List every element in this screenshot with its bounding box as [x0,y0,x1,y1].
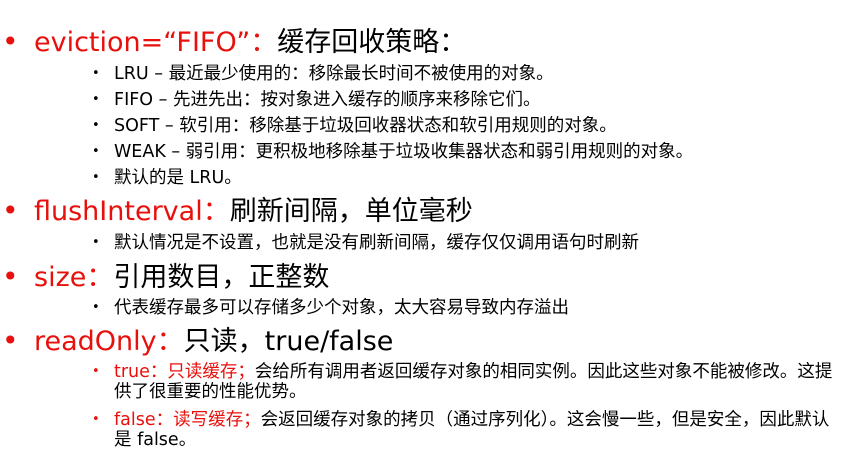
heading-key: readOnly：只读，true/false [34,325,394,357]
sub-bullet: • [92,170,100,185]
list-item: • 默认的是 LRU。 [92,168,242,188]
sub-bullet: • [92,300,100,315]
list-item: • WEAK – 弱引用：更积极地移除基于垃圾收集器状态和弱引用规则的对象。 [92,142,694,162]
heading-key: flushInterval：刷新间隔，单位毫秒 [34,195,473,227]
bullet: • [2,324,19,357]
sub-bullet: • [92,412,100,427]
list-item: • false：读写缓存；会返回缓存对象的拷贝（通过序列化）。这会慢一些，但是安… [92,410,842,450]
list-item: • SOFT – 软引用：移除基于垃圾回收器状态和软引用规则的对象。 [92,116,617,136]
item-label: false：读写缓存； [114,410,261,430]
heading-desc: 只读，true/false [183,325,394,357]
heading-key: size：引用数目，正整数 [34,261,330,293]
sub-bullet: • [92,118,100,133]
bullet: • [2,194,19,227]
sub-bullet: • [92,66,100,81]
heading-desc: 刷新间隔，单位毫秒 [229,195,473,227]
heading-key: eviction=“FIFO”：缓存回收策略： [34,26,467,58]
slide: • eviction=“FIFO”：缓存回收策略： • LRU – 最近最少使用的… [0,0,857,468]
bullet: • [2,25,19,58]
sub-bullet: • [92,364,100,379]
sub-bullet: • [92,235,100,250]
sub-bullet: • [92,92,100,107]
bullet: • [2,260,19,293]
list-item: • 默认情况是不设置，也就是没有刷新间隔，缓存仅仅调用语句时刷新 [92,233,639,253]
item-label: true：只读缓存； [114,362,255,382]
heading-desc: 引用数目，正整数 [113,261,330,293]
list-item: • LRU – 最近最少使用的：移除最长时间不被使用的对象。 [92,64,554,84]
heading-desc: 缓存回收策略： [277,26,467,58]
sub-bullet: • [92,144,100,159]
list-item: • FIFO – 先进先出：按对象进入缓存的顺序来移除它们。 [92,90,541,110]
list-item: • 代表缓存最多可以存储多少个对象，太大容易导致内存溢出 [92,298,569,318]
list-item: • true：只读缓存；会给所有调用者返回缓存对象的相同实例。因此这些对象不能被… [92,362,842,402]
